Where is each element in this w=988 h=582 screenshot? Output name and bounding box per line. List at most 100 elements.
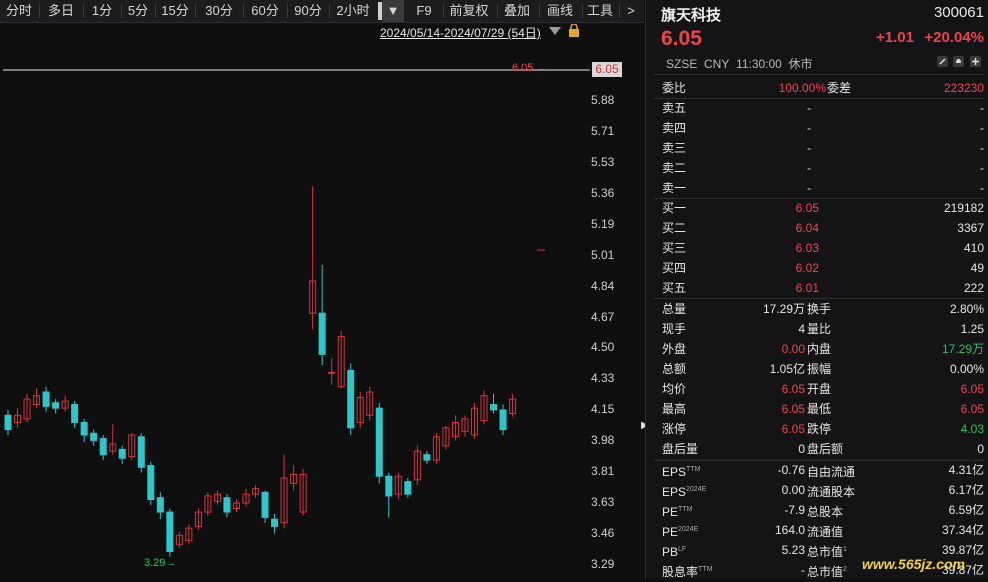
price-tick-label: 3.29	[591, 557, 615, 571]
toolbar-item[interactable]: F9	[409, 0, 439, 22]
toolbar-item[interactable]: 60分	[244, 0, 286, 22]
stat-label: 最高	[662, 402, 687, 416]
fundamental-label: EPSTTM	[662, 460, 700, 482]
stat-label-2: 跌停	[807, 422, 832, 436]
fundamental-label-2-sup: 1	[843, 546, 847, 553]
market-status: 休市	[788, 57, 813, 71]
stat-label: 总额	[662, 362, 687, 376]
toolbar-item[interactable]: 工具	[583, 0, 617, 22]
last-price: 6.05	[661, 27, 702, 50]
toolbar-item[interactable]: 画线	[540, 0, 580, 22]
bid-price: 6.01	[795, 281, 819, 295]
fundamental-row: EPSTTM -0.76 自由流通 4.31亿	[646, 460, 988, 480]
toolbar-item[interactable]: 30分	[196, 0, 242, 22]
period-toolbar: 分时 多日 1分 5分 15分 30分 60分 90分 2小时 ▼ F9 前复权 叠加 画线 工具 >	[0, 0, 644, 23]
toolbar-item[interactable]: 1分	[84, 0, 120, 22]
ask-price: -	[807, 101, 811, 115]
toolbar-item[interactable]: 分时	[0, 0, 38, 22]
candle-body	[99, 438, 107, 456]
stat-value-2: 4.03	[960, 422, 984, 436]
stat-label-2: 盘后额	[807, 442, 844, 456]
candlestick-chart[interactable]: 5.88 5.71 5.53 5.36 5.19 5.01 4.84 4.67 4.50 4.33…	[0, 36, 649, 579]
toolbar-item[interactable]: 叠加	[498, 0, 536, 22]
toolbar-item[interactable]: 5分	[122, 0, 154, 22]
fundamental-label-text: EPS	[662, 485, 687, 499]
toolbar-item[interactable]: >	[620, 0, 642, 22]
fundamental-label-text: PE	[662, 505, 679, 519]
toolbar-separator	[243, 4, 244, 18]
fundamental-label-2-text: 流通股本	[807, 485, 856, 499]
fundamental-label-2: 流通值	[807, 520, 843, 542]
candle-body	[80, 421, 88, 436]
bid-level-label: 买二	[662, 221, 687, 235]
bid-price: 6.02	[795, 261, 819, 275]
stat-label-2: 最低	[807, 402, 832, 416]
stock-code: 300061	[933, 4, 984, 21]
toolbar-separator	[121, 4, 122, 18]
stat-label: 现手	[662, 322, 687, 336]
stat-value: 1.05亿	[769, 362, 805, 376]
order-ratio-row: 委比 100.00% 委差 223230	[646, 78, 988, 98]
stat-label-2: 换手	[807, 302, 832, 316]
fundamental-label-sup: LF	[678, 546, 687, 553]
toolbar-separator	[39, 4, 40, 18]
toolbar-item[interactable]: 90分	[288, 0, 328, 22]
stat-row: 总额 1.05亿 振幅 0.00%	[646, 359, 988, 379]
toolbar-dropdown-button[interactable]: ▼	[382, 0, 404, 22]
fundamental-value: -	[801, 563, 805, 577]
ask-level-label: 卖五	[662, 101, 687, 115]
toolbar-item[interactable]: 前复权	[444, 0, 494, 22]
toolbar-item[interactable]: 2小时	[330, 0, 376, 22]
ask-row: 卖三 - -	[646, 138, 988, 158]
fundamental-label-2-text: 流通值	[807, 525, 844, 539]
fundamental-label: PBLF	[662, 540, 686, 562]
ask-row: 卖一 - -	[646, 178, 988, 198]
fundamental-label-2: 总市值1	[807, 540, 847, 562]
ask-volume: -	[980, 181, 984, 195]
fundamental-label-text: PE	[662, 525, 679, 539]
candle-body	[118, 448, 126, 459]
price-change: +1.01	[876, 29, 914, 46]
quote-panel: 旗天科技 300061 6.05 +1.01 +20.04% SZSE CNY …	[645, 0, 988, 579]
fundamental-label-sup: 2024E	[686, 486, 707, 493]
fundamental-value-2: 6.17亿	[948, 483, 984, 497]
fundamental-label-sup: TTM	[678, 506, 693, 513]
stat-value: 4	[798, 322, 805, 336]
price-tick-label: 5.71	[591, 123, 615, 138]
edit-icon[interactable]	[937, 56, 948, 67]
ask-volume: -	[980, 161, 984, 175]
stat-value: 17.29万	[762, 302, 805, 316]
stat-row: 盘后量 0 盘后额 0	[646, 439, 988, 459]
fundamental-label-2: 总股本	[807, 500, 843, 522]
bid-price: 6.04	[795, 221, 819, 235]
currency: CNY	[704, 57, 730, 71]
candle-body	[71, 404, 79, 423]
alert-bell-icon[interactable]	[953, 56, 964, 67]
exchange: SZSE	[666, 57, 698, 71]
fundamental-value: 5.23	[781, 543, 805, 557]
toolbar-item[interactable]: 15分	[156, 0, 194, 22]
toolbar-item[interactable]: 多日	[40, 0, 82, 22]
candle-body	[156, 497, 164, 513]
fundamental-value-2: 6.59亿	[948, 503, 984, 517]
candle-body	[404, 481, 412, 495]
candle-body	[490, 404, 498, 411]
stat-label: 外盘	[662, 342, 687, 356]
add-icon[interactable]	[970, 56, 981, 67]
price-tick-label: 4.15	[591, 402, 615, 417]
date-range-dropdown-icon[interactable]	[549, 27, 561, 35]
fundamental-label: PETTM	[662, 500, 692, 522]
fundamental-value-2: 4.31亿	[948, 463, 984, 477]
order-diff-value: 223230	[943, 81, 984, 95]
candlestick-chart-canvas[interactable]	[0, 36, 644, 579]
fundamental-label: PE2024E	[662, 520, 698, 542]
bid-row: 买四 6.02 49	[646, 258, 988, 278]
ask-level-label: 卖三	[662, 141, 687, 155]
price-tick-label: 3.46	[591, 526, 615, 541]
bid-row: 买三 6.03 410	[646, 238, 988, 258]
stat-value: 0.00	[781, 342, 805, 356]
price-tick-label: 4.67	[591, 309, 615, 324]
stat-value-2: 1.25	[960, 322, 984, 336]
fundamental-label-2-text: 总股本	[807, 505, 844, 519]
order-diff-label: 委差	[827, 81, 852, 95]
